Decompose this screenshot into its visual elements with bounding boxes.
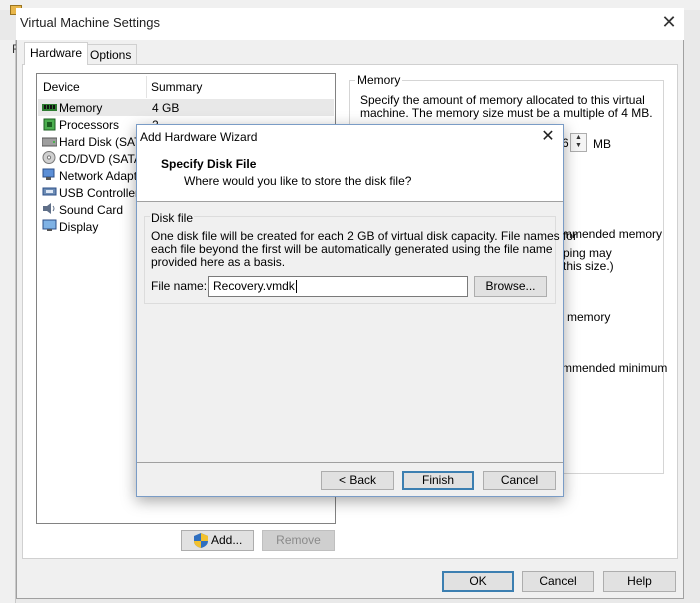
device-name: Processors: [59, 118, 120, 132]
add-button-label: Add...: [211, 533, 243, 547]
browse-button[interactable]: Browse...: [474, 276, 547, 297]
shield-icon: [194, 533, 208, 548]
tab-options[interactable]: Options: [84, 44, 138, 64]
text-caret: [295, 280, 297, 294]
hard-disk-icon: [42, 137, 57, 147]
swapping-note-line2: this size.): [563, 259, 614, 273]
network-adapter-icon: [42, 168, 55, 180]
device-name: Memory: [59, 101, 103, 115]
processor-icon: [43, 118, 56, 131]
help-button[interactable]: Help: [603, 571, 676, 592]
usb-icon: [42, 187, 57, 196]
disk-file-legend: Disk file: [150, 211, 195, 225]
summary-column-header[interactable]: Summary: [151, 80, 202, 94]
background-app-edge: [0, 40, 16, 603]
finish-button[interactable]: Finish: [402, 471, 474, 490]
device-name: Display: [59, 220, 99, 234]
remove-button[interactable]: Remove: [262, 530, 335, 551]
wizard-close-icon[interactable]: ✕: [539, 128, 557, 146]
memory-unit-label: MB: [593, 137, 611, 151]
swapping-note: ping may: [563, 246, 612, 260]
device-name: USB Controller: [59, 186, 140, 200]
wizard-subheading: Where would you like to store the disk f…: [184, 174, 412, 188]
disk-file-description-line2: each file beyond the first will be autom…: [151, 242, 553, 256]
memory-label: memory: [567, 310, 611, 324]
file-name-input[interactable]: Recovery.vmdk: [208, 276, 468, 297]
file-name-value: Recovery.vmdk: [213, 279, 295, 293]
window-close-icon[interactable]: ✕: [660, 13, 678, 31]
add-hardware-button[interactable]: Add...: [181, 530, 254, 551]
disk-file-description-line3: provided here as a basis.: [151, 255, 286, 269]
tab-hardware[interactable]: Hardware: [24, 42, 89, 65]
device-name: CD/DVD (SATA): [59, 152, 146, 166]
recommended-memory-label: mmended memory: [562, 227, 663, 241]
cancel-button[interactable]: Cancel: [522, 571, 594, 592]
memory-group-legend: Memory: [355, 73, 403, 87]
device-summary: 4 GB: [152, 101, 180, 115]
recommended-minimum-label: mmended minimum: [562, 361, 668, 375]
file-name-label: File name:: [151, 279, 208, 293]
memory-description-line2: machine. The memory size must be a multi…: [360, 106, 653, 120]
window-title: Virtual Machine Settings: [20, 15, 160, 30]
sound-card-icon: [43, 203, 55, 214]
ok-button[interactable]: OK: [442, 571, 514, 592]
device-name: Network Adapte: [59, 169, 144, 183]
wizard-heading: Specify Disk File: [161, 157, 257, 171]
device-name: Sound Card: [59, 203, 124, 217]
memory-icon: [42, 104, 57, 111]
wizard-separator: [137, 462, 563, 463]
disk-file-description: One disk file will be created for each 2…: [151, 229, 577, 243]
memory-description: Specify the amount of memory allocated t…: [360, 93, 645, 107]
device-column-header[interactable]: Device: [43, 80, 80, 94]
wizard-cancel-button[interactable]: Cancel: [483, 471, 556, 490]
display-icon: [42, 219, 57, 231]
memory-spinner[interactable]: ▲ ▼: [570, 133, 587, 152]
column-separator: [146, 76, 147, 98]
back-button[interactable]: < Back: [321, 471, 394, 490]
wizard-title: Add Hardware Wizard: [140, 130, 258, 144]
cd-dvd-icon: [42, 151, 56, 164]
